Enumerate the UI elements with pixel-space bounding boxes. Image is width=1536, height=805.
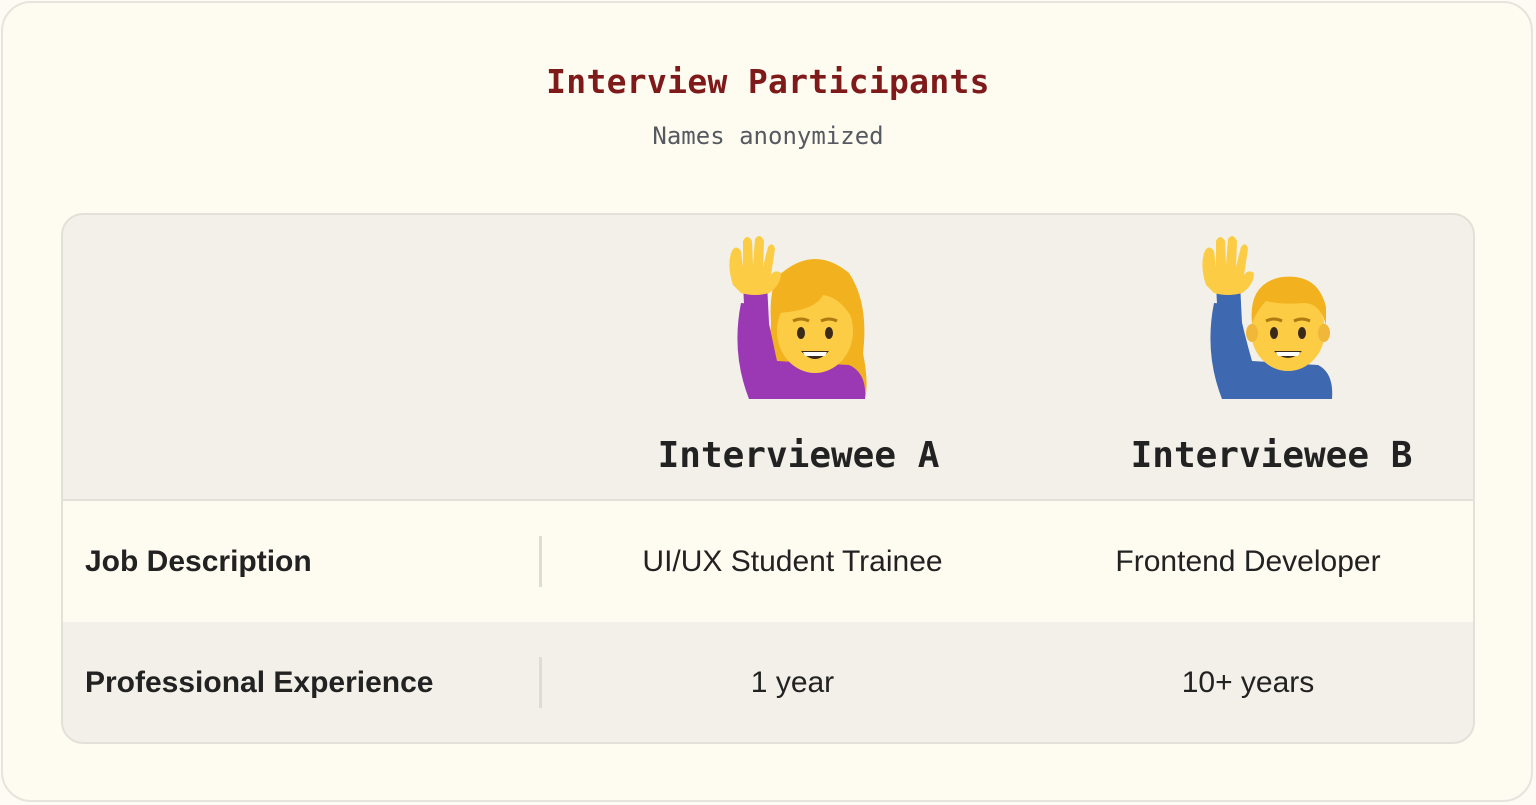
man-raising-hand-icon xyxy=(1201,235,1332,399)
table-cell: Frontend Developer xyxy=(1115,545,1381,578)
row-label: Professional Experience xyxy=(85,666,434,699)
table-header-row: Interviewee A Interviewee B xyxy=(63,215,1473,501)
table-cell: 1 year xyxy=(750,666,835,699)
page-subtitle: Names anonymized xyxy=(652,122,884,150)
table-row-professional-experience: Professional Experience 1 year 10+ years xyxy=(63,622,1473,742)
row-divider xyxy=(539,536,542,587)
participant-name: Interviewee B xyxy=(1130,435,1413,476)
table-row-job-description: Job Description UI/UX Student Trainee Fr… xyxy=(63,501,1473,622)
column-header-interviewee-b: Interviewee B xyxy=(1035,215,1473,501)
page-title: Interview Participants xyxy=(546,62,990,101)
column-header-interviewee-a: Interviewee A xyxy=(562,215,1035,501)
participant-name: Interviewee A xyxy=(657,435,940,476)
table-cell: 10+ years xyxy=(1181,666,1315,699)
row-label: Job Description xyxy=(85,545,312,578)
table-cell: UI/UX Student Trainee xyxy=(642,545,943,578)
row-divider xyxy=(539,657,542,708)
woman-raising-hand-icon xyxy=(728,235,867,399)
participants-table: Interviewee A Interviewee B Job Descript… xyxy=(61,213,1475,744)
